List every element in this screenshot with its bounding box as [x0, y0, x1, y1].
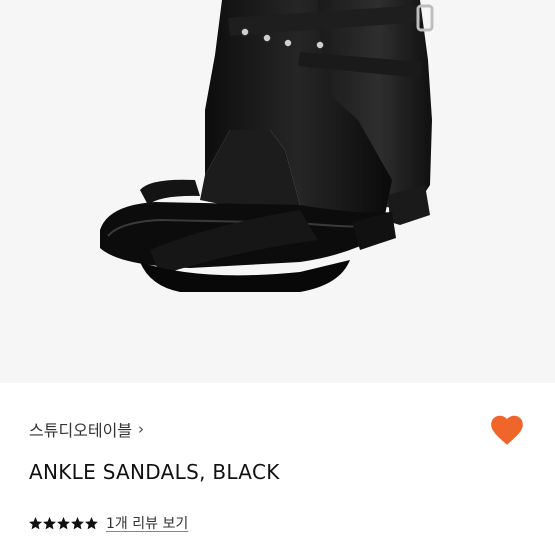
- chevron-right-icon: ›: [138, 420, 145, 438]
- brand-name: 스튜디오테이블: [29, 421, 133, 440]
- product-image[interactable]: [0, 0, 555, 383]
- star-icon: [43, 516, 56, 530]
- product-title: ANKLE SANDALS, BLACK: [29, 460, 280, 484]
- star-icon: [71, 516, 84, 530]
- rating-stars: [29, 516, 98, 530]
- product-info: 스튜디오테이블 › ANKLE SANDALS, BLACK 1개 리뷰 보기: [0, 383, 555, 555]
- star-icon: [57, 516, 70, 530]
- wishlist-heart-icon[interactable]: [488, 411, 526, 449]
- rating-row: 1개 리뷰 보기: [29, 513, 188, 533]
- star-icon: [85, 516, 98, 530]
- star-icon: [29, 516, 42, 530]
- brand-link[interactable]: 스튜디오테이블 ›: [29, 417, 144, 441]
- review-link[interactable]: 1개 리뷰 보기: [106, 513, 188, 533]
- sandal-photo-icon: [100, 0, 434, 292]
